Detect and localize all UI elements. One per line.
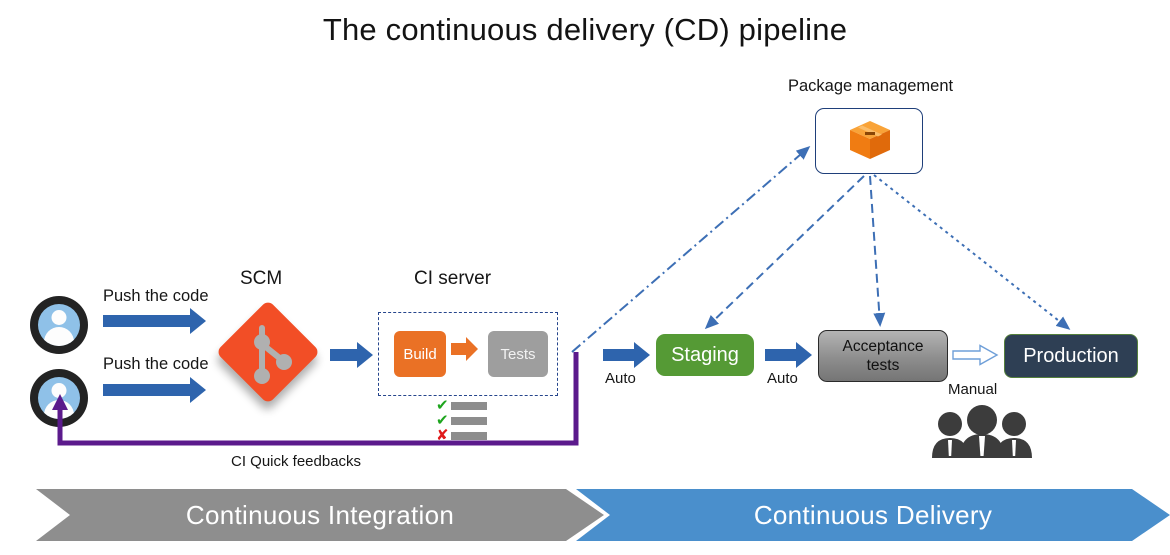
production-stage-box[interactable]: Production: [1004, 334, 1138, 378]
auto-arrow-staging: [603, 342, 650, 368]
acceptance-line-1: Acceptance: [842, 338, 924, 355]
acceptance-line-2: tests: [866, 357, 900, 374]
package-to-staging-arrow: [704, 175, 865, 330]
continuous-delivery-band: Continuous Delivery: [576, 489, 1170, 541]
auto-arrow-acceptance: [765, 342, 812, 368]
package-box-icon: [850, 121, 890, 159]
package-connectors: [571, 146, 1071, 353]
continuous-integration-band: Continuous Integration: [36, 489, 604, 541]
band-label-ci: Continuous Integration: [185, 499, 455, 530]
manual-arrow-icon: [952, 344, 999, 366]
manual-label-production: Manual: [948, 381, 998, 398]
people-group-icon: [932, 405, 1032, 458]
auto-label-acceptance: Auto: [767, 370, 798, 387]
staging-stage-box[interactable]: Staging: [656, 334, 754, 376]
package-to-acceptance-arrow: [869, 175, 886, 327]
ci-to-package-arrow: [571, 146, 811, 353]
band-label-cd: Continuous Delivery: [753, 499, 993, 530]
auto-label-staging: Auto: [605, 370, 636, 387]
package-to-production-arrow: [873, 174, 1071, 330]
acceptance-tests-stage-box[interactable]: Acceptance tests: [818, 330, 948, 382]
